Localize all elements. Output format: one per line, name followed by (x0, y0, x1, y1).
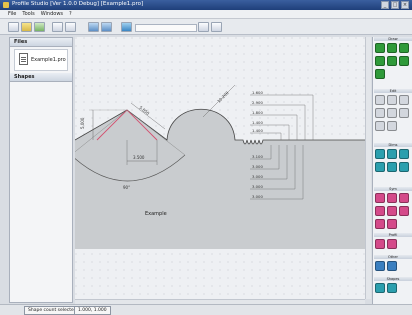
close-button[interactable]: × (401, 1, 409, 9)
group-label-edit: Edit (374, 89, 412, 93)
delete-tool-icon[interactable] (387, 121, 397, 131)
symbol-c-icon[interactable] (399, 193, 409, 203)
new-file-icon[interactable] (8, 22, 19, 32)
group-label-draw: Draw (374, 37, 412, 41)
symbol-a-icon[interactable] (375, 193, 385, 203)
zoom-reset-icon[interactable] (211, 22, 222, 32)
dim-right-bottom-1: 3.100 (252, 154, 263, 159)
profile-b-icon[interactable] (387, 239, 397, 249)
other-a-icon[interactable] (375, 261, 385, 271)
example-label: Example (145, 211, 167, 217)
dim-chain-icon[interactable] (399, 162, 409, 172)
files-header[interactable]: Files (10, 38, 72, 47)
shapes-header[interactable]: Shapes (10, 73, 72, 82)
group-dims: Dims (374, 143, 412, 172)
rect-tool-icon[interactable] (387, 56, 397, 66)
trim-tool-icon[interactable] (387, 108, 397, 118)
redo-icon[interactable] (65, 22, 76, 32)
toolbar (0, 19, 412, 35)
group-sym: Sym (374, 187, 412, 229)
group-label-sym: Sym (374, 187, 412, 191)
shape-b-icon[interactable] (387, 283, 397, 293)
save-icon[interactable] (34, 22, 45, 32)
window-title: Profile Studio [Ver 1.0.0 Debug] [Exampl… (12, 1, 144, 7)
dim-right-top-2: 2.900 (252, 100, 263, 105)
menu-tools[interactable]: Tools (22, 10, 34, 18)
symbol-g-icon[interactable] (375, 219, 385, 229)
point-tool-icon[interactable] (375, 69, 385, 79)
curve-tool-icon[interactable] (399, 56, 409, 66)
tool-palette: Draw Edit Dims Sym Profil Other Shapes (372, 37, 412, 304)
title-bar: Profile Studio [Ver 1.0.0 Debug] [Exampl… (0, 0, 412, 10)
zoom-icon[interactable] (121, 22, 132, 32)
dim-right-bottom-2: 3.000 (252, 164, 263, 169)
move-tool-icon[interactable] (387, 95, 397, 105)
line-tool-icon[interactable] (375, 43, 385, 53)
other-b-icon[interactable] (387, 261, 397, 271)
document-icon (19, 53, 28, 65)
menu-bar: File Tools Windows ? (0, 10, 412, 19)
symbol-h-icon[interactable] (387, 219, 397, 229)
shape-a-icon[interactable] (375, 283, 385, 293)
dim-base-label: 3.500 (133, 155, 145, 160)
window-controls: _ □ × (381, 1, 409, 9)
dim-height-label: 5.000 (80, 117, 85, 129)
group-label-dims: Dims (374, 143, 412, 147)
symbol-f-icon[interactable] (399, 206, 409, 216)
arc-tool-icon[interactable] (387, 43, 397, 53)
group-profil: Profil (374, 233, 412, 249)
menu-windows[interactable]: Windows (41, 10, 63, 18)
snap-icon[interactable] (101, 22, 112, 32)
group-label-other: Other (374, 255, 412, 259)
zoom-fit-icon[interactable] (198, 22, 209, 32)
dim-aligned-icon[interactable] (387, 149, 397, 159)
file-item-example1[interactable]: Example1.pro (31, 57, 66, 63)
maximize-button[interactable]: □ (391, 1, 399, 9)
extend-tool-icon[interactable] (399, 108, 409, 118)
dim-diameter-icon[interactable] (387, 162, 397, 172)
project-panel: Files Example1.pro Shapes (9, 37, 73, 303)
group-shapes: Shapes (374, 277, 412, 293)
mirror-tool-icon[interactable] (375, 108, 385, 118)
group-other: Other (374, 255, 412, 271)
group-edit: Edit (374, 89, 412, 131)
dim-right-top-4: 1.400 (252, 120, 263, 125)
status-bar: Shape count selected 1.000, 1.000 (0, 304, 412, 315)
group-label-profil: Profil (374, 233, 412, 237)
dim-angular-icon[interactable] (399, 149, 409, 159)
dim-right-bottom-4: 3.000 (252, 184, 263, 189)
zoom-slider[interactable] (135, 24, 197, 32)
app-icon (3, 2, 9, 8)
group-label-shapes: Shapes (374, 277, 412, 281)
grid-icon[interactable] (88, 22, 99, 32)
offset-tool-icon[interactable] (375, 121, 385, 131)
dim-right-bottom-5: 3.000 (252, 194, 263, 199)
profile-drawing: 5.000 5.850 3.500 90° 10.200 1.600 2.900… (75, 37, 365, 299)
polyline-tool-icon[interactable] (375, 56, 385, 66)
vertical-scrollbar[interactable] (365, 37, 371, 299)
dim-radius-icon[interactable] (375, 162, 385, 172)
open-folder-icon[interactable] (21, 22, 32, 32)
select-tool-icon[interactable] (375, 95, 385, 105)
dim-right-top-1: 1.600 (252, 90, 263, 95)
file-list: Example1.pro (14, 49, 68, 71)
dim-right-top-5: 1.400 (252, 128, 263, 133)
symbol-d-icon[interactable] (375, 206, 385, 216)
circle-tool-icon[interactable] (399, 43, 409, 53)
symbol-e-icon[interactable] (387, 206, 397, 216)
rotate-tool-icon[interactable] (399, 95, 409, 105)
dim-right-top-3: 1.800 (252, 110, 263, 115)
group-draw: Draw (374, 37, 412, 79)
dim-linear-icon[interactable] (375, 149, 385, 159)
drawing-canvas[interactable]: 5.000 5.850 3.500 90° 10.200 1.600 2.900… (75, 37, 365, 299)
symbol-b-icon[interactable] (387, 193, 397, 203)
menu-file[interactable]: File (8, 10, 16, 18)
undo-icon[interactable] (52, 22, 63, 32)
dim-angle-label: 90° (123, 185, 130, 190)
profile-a-icon[interactable] (375, 239, 385, 249)
dim-right-bottom-3: 3.000 (252, 174, 263, 179)
minimize-button[interactable]: _ (381, 1, 389, 9)
menu-help[interactable]: ? (69, 10, 72, 18)
